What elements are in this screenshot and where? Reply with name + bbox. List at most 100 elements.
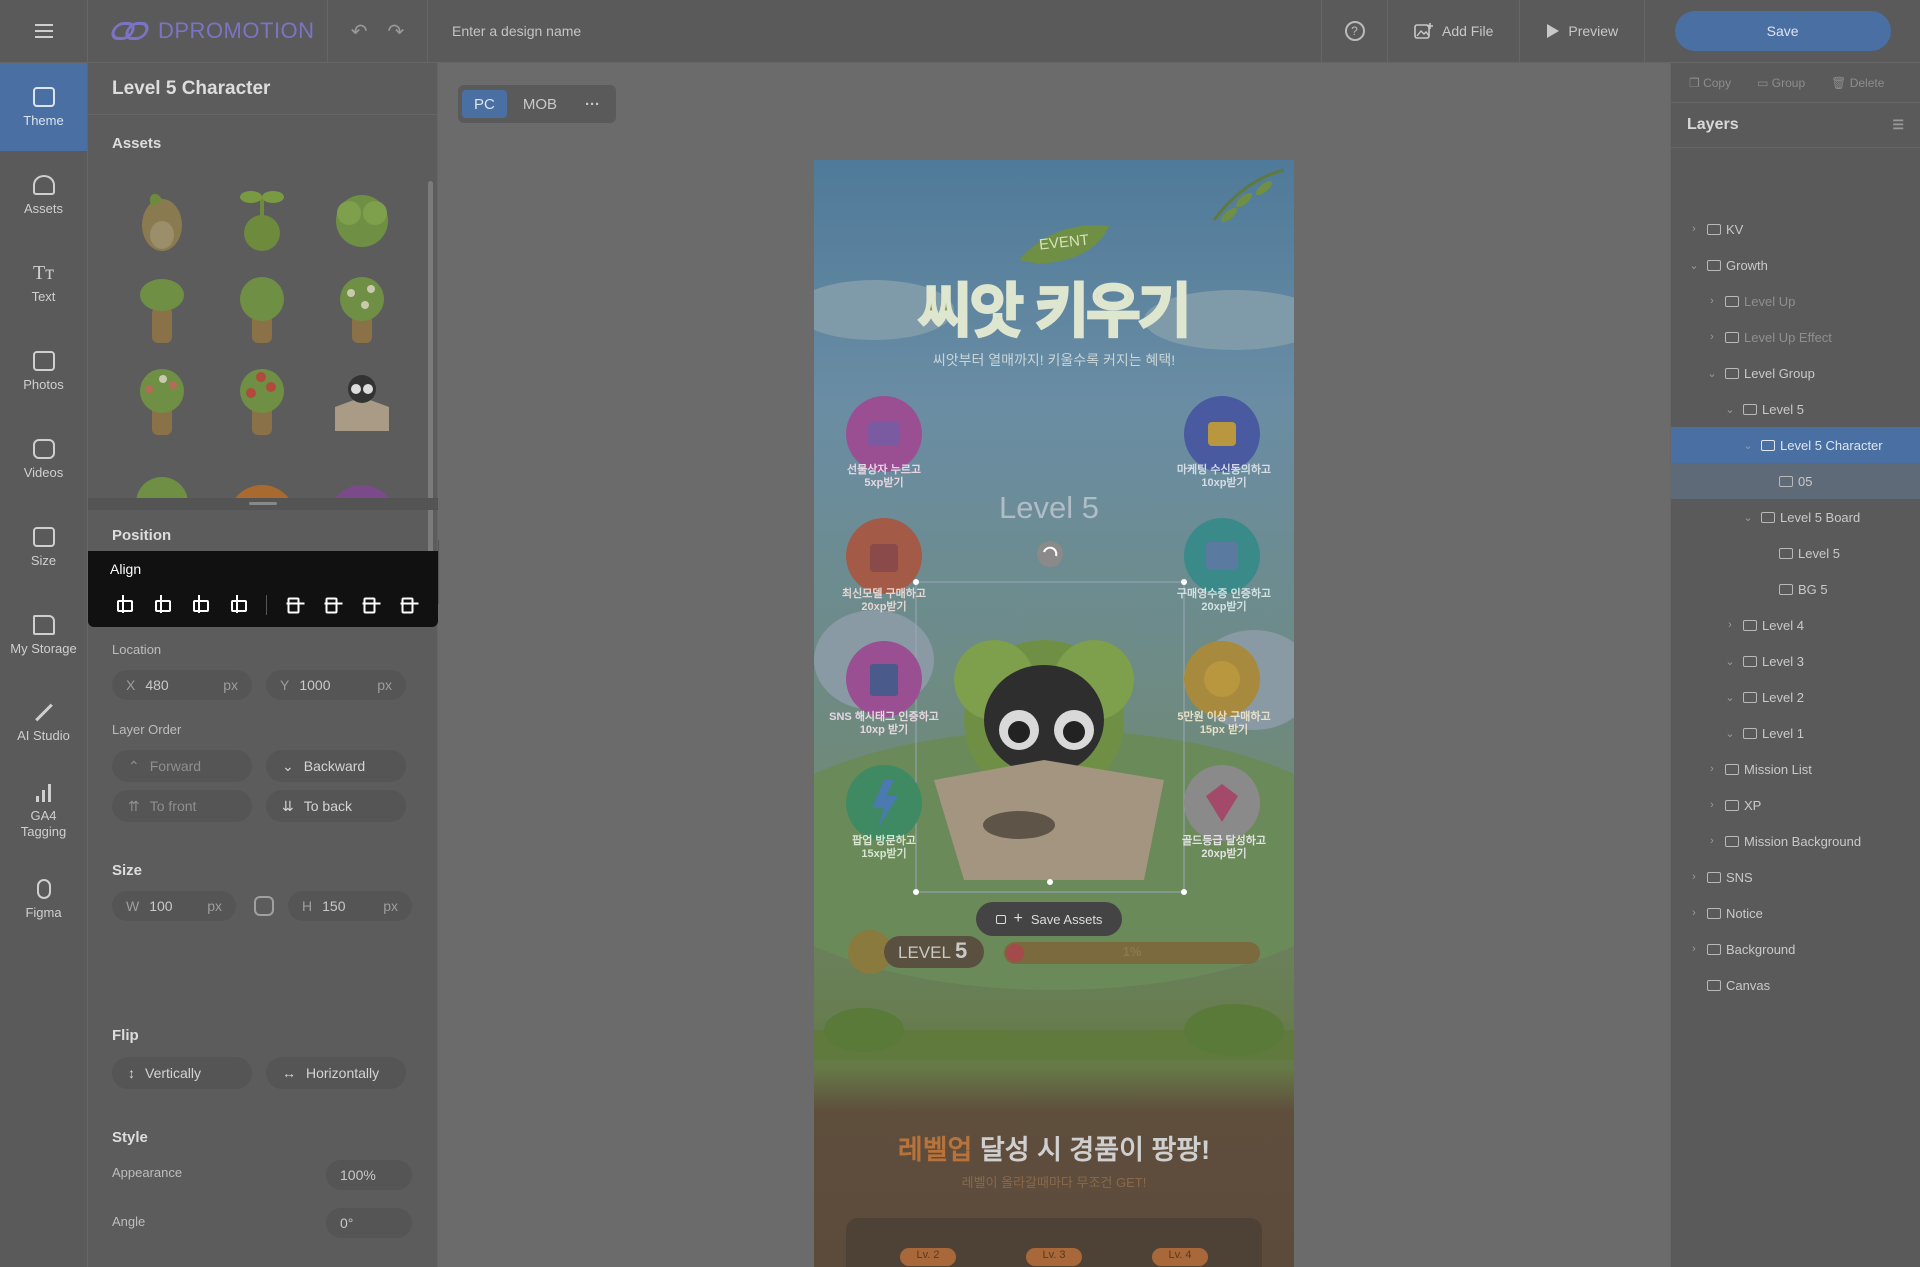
more-options-icon[interactable]: ··· xyxy=(573,90,612,118)
align-top-icon[interactable] xyxy=(287,595,305,614)
asset-tree-partial[interactable] xyxy=(112,449,212,503)
nav-item-ga4-tagging[interactable]: GA4 Tagging xyxy=(0,767,87,855)
chevron-right-icon[interactable]: › xyxy=(1705,835,1719,847)
asset-seed[interactable] xyxy=(112,173,212,265)
nav-item-ai-studio[interactable]: AI Studio xyxy=(0,679,87,767)
to-front-button[interactable]: ⇈ To front xyxy=(112,790,252,822)
nav-item-videos[interactable]: Videos xyxy=(0,415,87,503)
nav-item-theme[interactable]: Theme xyxy=(0,63,87,151)
preview-button[interactable]: Preview xyxy=(1520,0,1646,63)
layer-row[interactable]: › XP xyxy=(1671,787,1920,823)
layer-row[interactable]: › Background xyxy=(1671,931,1920,967)
design-name-input[interactable] xyxy=(452,23,952,39)
asset-fruit-tree[interactable] xyxy=(212,357,312,449)
save-assets-button[interactable]: + Save Assets xyxy=(976,902,1122,936)
logo[interactable]: DPROMOTION xyxy=(88,0,328,63)
delete-button[interactable]: 🗑︎ Delete xyxy=(1831,76,1884,90)
layer-row[interactable]: Canvas xyxy=(1671,967,1920,1003)
align-bottom-icon[interactable] xyxy=(363,595,381,614)
mission-label[interactable]: 구매영수증 인증하고 20xp받기 xyxy=(1154,588,1294,614)
nav-item-size[interactable]: Size xyxy=(0,503,87,591)
layer-row[interactable]: › Level 4 xyxy=(1671,607,1920,643)
height-field[interactable]: H 150 px xyxy=(288,891,412,921)
chevron-right-icon[interactable]: › xyxy=(1705,331,1719,343)
tab-lv2[interactable]: Lv. 2 xyxy=(900,1249,956,1261)
chevron-down-icon[interactable]: ⌄ xyxy=(1723,655,1737,668)
add-file-button[interactable]: Add File xyxy=(1388,0,1521,63)
mission-label[interactable]: SNS 해시태그 인증하고 10xp 받기 xyxy=(814,711,954,737)
appearance-field[interactable]: 100% xyxy=(326,1160,412,1190)
align-middle-vertical-icon[interactable] xyxy=(325,595,343,614)
layer-row[interactable]: › Mission List xyxy=(1671,751,1920,787)
tab-lv3[interactable]: Lv. 3 xyxy=(1026,1249,1082,1261)
layer-row[interactable]: BG 5 xyxy=(1671,571,1920,607)
align-center-horizontal-icon[interactable] xyxy=(152,595,171,613)
asset-purple-ball[interactable] xyxy=(312,449,412,503)
chevron-right-icon[interactable]: › xyxy=(1705,799,1719,811)
chevron-right-icon[interactable]: › xyxy=(1723,619,1737,631)
chevron-right-icon[interactable]: › xyxy=(1705,763,1719,775)
copy-button[interactable]: ❐ Copy xyxy=(1689,76,1731,90)
save-button[interactable]: Save xyxy=(1674,11,1891,51)
chevron-down-icon[interactable]: ⌄ xyxy=(1705,367,1719,380)
layer-row[interactable]: ⌄ Level 5 Board xyxy=(1671,499,1920,535)
asset-flower-tree[interactable] xyxy=(312,265,412,357)
layer-row[interactable]: ⌄ Level 5 Character xyxy=(1671,427,1920,463)
hamburger-menu-icon[interactable] xyxy=(0,0,88,63)
layer-row[interactable]: ⌄ Level 5 xyxy=(1671,391,1920,427)
asset-blossom-tree[interactable] xyxy=(112,357,212,449)
asset-tree[interactable] xyxy=(212,265,312,357)
chevron-down-icon[interactable]: ⌄ xyxy=(1723,727,1737,740)
layer-row[interactable]: › Level Up xyxy=(1671,283,1920,319)
mission-label[interactable]: 선물상자 누르고 5xp받기 xyxy=(814,464,954,490)
mission-label[interactable]: 최신모델 구매하고 20xp받기 xyxy=(814,588,954,614)
layer-row[interactable]: › Notice xyxy=(1671,895,1920,931)
width-field[interactable]: W 100 px xyxy=(112,891,236,921)
align-right-icon[interactable] xyxy=(190,595,209,613)
asset-orange-ball[interactable] xyxy=(212,449,312,503)
layer-row[interactable]: Level 5 xyxy=(1671,535,1920,571)
nav-item-photos[interactable]: Photos xyxy=(0,327,87,415)
distribute-vertical-icon[interactable] xyxy=(401,595,419,614)
artboard[interactable]: EVENT 씨앗 키우기 씨앗부터 열매까지! 키울수록 커지는 혜택! Lev… xyxy=(814,160,1294,1267)
undo-icon[interactable]: ↶ xyxy=(351,19,368,44)
flip-vertically-button[interactable]: ↕ Vertically xyxy=(112,1057,252,1089)
layer-row[interactable]: ⌄ Growth xyxy=(1671,247,1920,283)
chevron-right-icon[interactable]: › xyxy=(1687,943,1701,955)
layer-row[interactable]: › KV xyxy=(1671,211,1920,247)
chevron-down-icon[interactable]: ⌄ xyxy=(1687,259,1701,272)
nav-item-my-storage[interactable]: My Storage xyxy=(0,591,87,679)
tab-mob[interactable]: MOB xyxy=(511,90,569,118)
chevron-down-icon[interactable]: ⌄ xyxy=(1723,403,1737,416)
asset-sprout[interactable] xyxy=(212,173,312,265)
chevron-right-icon[interactable]: › xyxy=(1705,295,1719,307)
backward-button[interactable]: ⌄ Backward xyxy=(266,750,406,782)
chevron-right-icon[interactable]: › xyxy=(1687,871,1701,883)
asset-cat-box[interactable] xyxy=(312,357,412,449)
collapse-layers-icon[interactable]: ☰ xyxy=(1892,117,1904,133)
layer-row[interactable]: ⌄ Level 3 xyxy=(1671,643,1920,679)
assets-scrollbar[interactable] xyxy=(428,181,433,611)
flip-horizontally-button[interactable]: ↔ Horizontally xyxy=(266,1057,406,1089)
layer-row[interactable]: › Mission Background xyxy=(1671,823,1920,859)
chevron-right-icon[interactable]: › xyxy=(1687,907,1701,919)
asset-bush[interactable] xyxy=(312,173,412,265)
forward-button[interactable]: ⌃ Forward xyxy=(112,750,252,782)
distribute-horizontal-icon[interactable] xyxy=(228,595,247,613)
mission-label[interactable]: 5만원 이상 구매하고 15px 받기 xyxy=(1154,711,1294,737)
unlink-ratio-icon[interactable] xyxy=(254,896,274,916)
angle-field[interactable]: 0° xyxy=(326,1208,412,1238)
help-button[interactable]: ? xyxy=(1322,0,1388,63)
layer-row[interactable]: ⌄ Level Group xyxy=(1671,355,1920,391)
group-button[interactable]: ▭ Group xyxy=(1757,76,1805,90)
to-back-button[interactable]: ⇊ To back xyxy=(266,790,406,822)
redo-icon[interactable]: ↷ xyxy=(388,19,405,44)
chevron-right-icon[interactable]: › xyxy=(1687,223,1701,235)
chevron-down-icon[interactable]: ⌄ xyxy=(1723,691,1737,704)
mission-label[interactable]: 팝업 방문하고 15xp받기 xyxy=(814,835,954,861)
tab-pc[interactable]: PC xyxy=(462,90,507,118)
y-field[interactable]: Y 1000 px xyxy=(266,670,406,700)
nav-item-text[interactable]: Tт Text xyxy=(0,239,87,327)
layer-row[interactable]: ⌄ Level 2 xyxy=(1671,679,1920,715)
x-field[interactable]: X 480 px xyxy=(112,670,252,700)
